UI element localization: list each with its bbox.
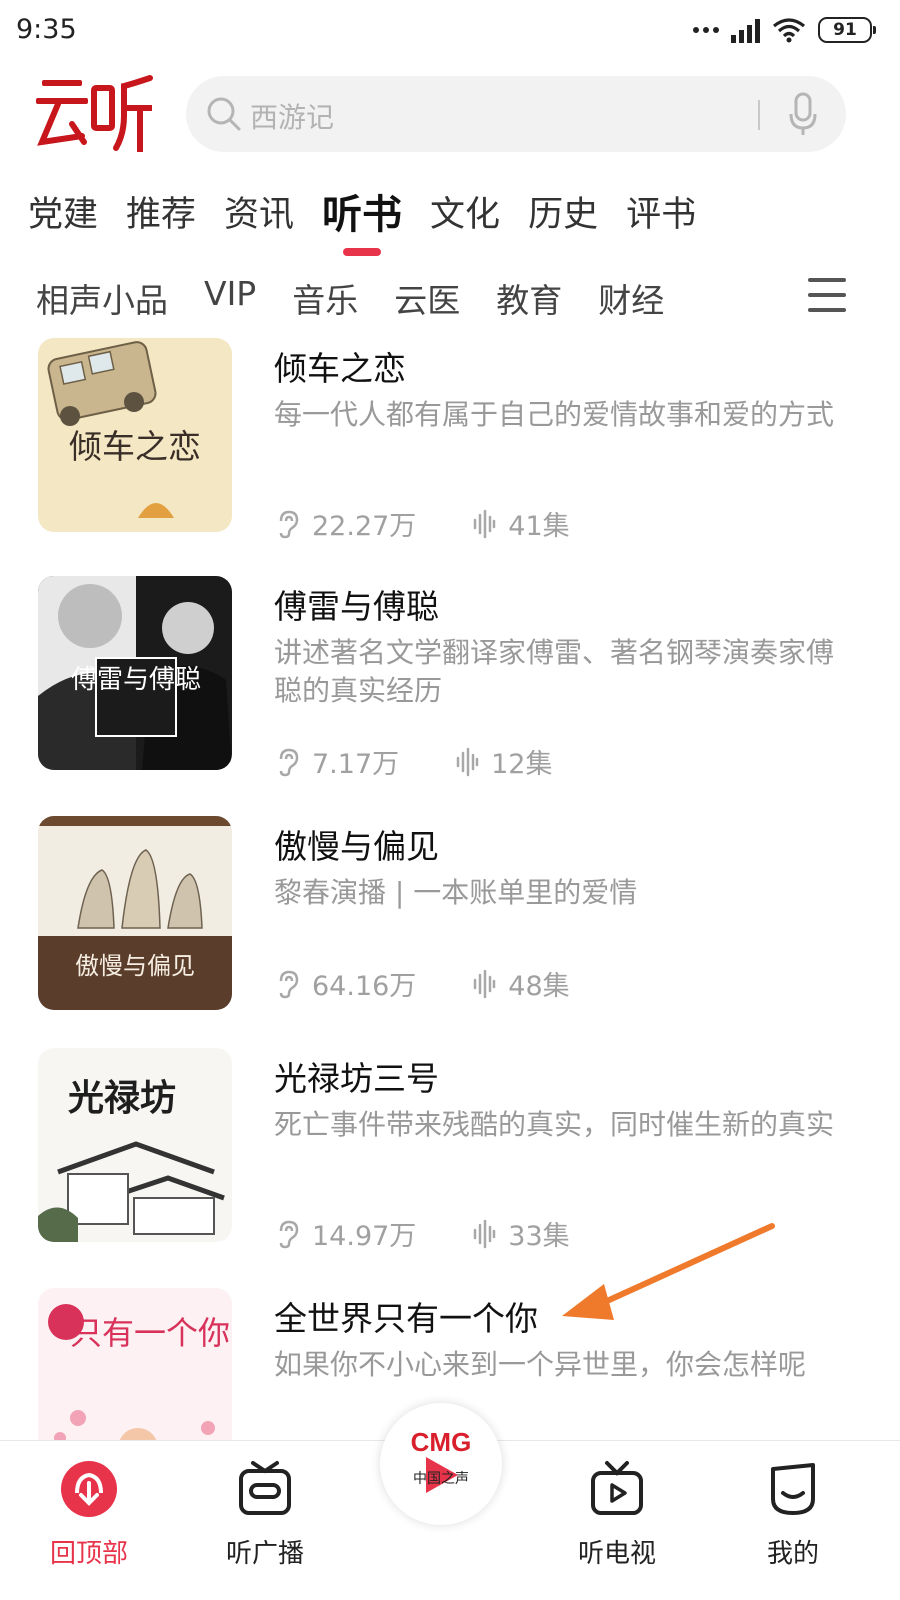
subcategory-tabs: 相声小品 VIP 音乐 云医 教育 财经 xyxy=(36,274,664,322)
cover-title: 只有一个你 xyxy=(70,1314,230,1352)
ear-icon xyxy=(279,748,299,776)
book-title[interactable]: 倾车之恋 xyxy=(274,342,406,390)
book-title[interactable]: 光禄坊三号 xyxy=(274,1052,439,1100)
nav-label: 回顶部 xyxy=(49,1539,128,1569)
radio-icon xyxy=(239,1461,291,1515)
book-description: 死亡事件带来残酷的真实，同时催生新的真实 xyxy=(274,1108,835,1141)
book-meta: 14.97万 33集 xyxy=(276,1214,570,1253)
tab-history[interactable]: 历史 xyxy=(528,186,598,244)
status-bar: 9:35 91 xyxy=(0,0,900,62)
cellular-signal-icon xyxy=(731,17,760,43)
episode-count: 12集 xyxy=(491,749,553,780)
cover-title: 傅雷与傅聪 xyxy=(71,665,201,695)
tv-icon xyxy=(591,1461,643,1515)
nav-label: 听电视 xyxy=(577,1539,656,1569)
waveform-icon xyxy=(474,509,496,538)
nav-back-to-top[interactable]: 回顶部 xyxy=(34,1459,144,1570)
bottom-nav: 回顶部 听广播 CMG 中国之声 听电视 我的 xyxy=(0,1403,900,1600)
subtab-music[interactable]: 音乐 xyxy=(292,274,358,322)
book-cover[interactable]: 傅雷与傅聪 xyxy=(38,576,232,770)
cmg-brand: CMG xyxy=(411,1427,472,1457)
book-title[interactable]: 傲慢与偏见 xyxy=(274,820,439,868)
book-meta: 64.16万 48集 xyxy=(276,964,570,1003)
app-header: 西游记 xyxy=(0,70,900,160)
waveform-icon xyxy=(474,969,496,998)
cover-title: 傲慢与偏见 xyxy=(75,952,195,980)
play-count: 14.97万 xyxy=(312,1221,417,1252)
subtab-health[interactable]: 云医 xyxy=(394,274,460,322)
more-dots-icon xyxy=(693,16,719,44)
subtab-finance[interactable]: 财经 xyxy=(598,274,664,322)
cmg-subtitle: 中国之声 xyxy=(413,1471,469,1487)
ear-icon xyxy=(279,510,299,538)
cover-title: 光禄坊 xyxy=(68,1077,176,1119)
book-item[interactable]: 傲慢与偏见 傲慢与偏见 黎春演播 | 一本账单里的爱情 64.16万 48集 xyxy=(0,816,900,1016)
book-item[interactable]: 倾车之恋 倾车之恋 每一代人都有属于自己的爱情故事和爱的方式 22.27万 41… xyxy=(0,338,900,542)
battery-icon: 91 xyxy=(818,17,876,43)
tab-dangjian[interactable]: 党建 xyxy=(28,186,98,244)
subtab-vip[interactable]: VIP xyxy=(204,274,256,322)
episode-count: 41集 xyxy=(508,511,570,542)
profile-icon xyxy=(771,1463,815,1515)
episode-count: 48集 xyxy=(508,971,570,1002)
nav-profile[interactable]: 我的 xyxy=(738,1459,848,1570)
subtab-education[interactable]: 教育 xyxy=(496,274,562,322)
book-title[interactable]: 全世界只有一个你 xyxy=(274,1292,538,1340)
back-to-top-icon xyxy=(61,1461,117,1517)
subtab-crosstalk[interactable]: 相声小品 xyxy=(36,274,168,322)
ear-icon xyxy=(279,970,299,998)
tab-culture[interactable]: 文化 xyxy=(430,186,500,244)
ear-icon xyxy=(279,1220,299,1248)
book-cover[interactable]: 倾车之恋 xyxy=(38,338,232,532)
nav-tv[interactable]: 听电视 xyxy=(562,1459,672,1570)
play-count: 22.27万 xyxy=(312,511,417,542)
book-description: 如果你不小心来到一个异世里，你会怎样呢 xyxy=(274,1348,807,1381)
play-count: 7.17万 xyxy=(312,749,400,780)
status-icons: 91 xyxy=(693,16,876,44)
search-icon xyxy=(207,97,241,131)
book-item[interactable]: 傅雷与傅聪 傅雷与傅聪 讲述著名文学翻译家傅雷、著名钢琴演奏家傅聪的真实经历 7… xyxy=(0,576,900,780)
book-cover[interactable]: 光禄坊 xyxy=(38,1048,232,1242)
play-count: 64.16万 xyxy=(312,971,417,1002)
nav-label: 听广播 xyxy=(225,1539,304,1569)
book-title[interactable]: 傅雷与傅聪 xyxy=(274,580,439,628)
book-description: 讲述著名文学翻译家傅雷、著名钢琴演奏家傅聪的真实经历 xyxy=(274,636,835,707)
search-box[interactable]: 西游记 xyxy=(186,76,846,152)
waveform-icon xyxy=(474,1219,496,1248)
tab-storytelling[interactable]: 评书 xyxy=(626,186,696,244)
book-cover[interactable]: 傲慢与偏见 xyxy=(38,816,232,1010)
book-description: 黎春演播 | 一本账单里的爱情 xyxy=(274,876,638,909)
status-time: 9:35 xyxy=(16,14,77,45)
search-placeholder[interactable]: 西游记 xyxy=(250,96,334,136)
tab-news[interactable]: 资讯 xyxy=(224,186,294,244)
center-play-button[interactable]: CMG 中国之声 xyxy=(380,1403,502,1525)
nav-label: 我的 xyxy=(766,1539,819,1569)
menu-icon[interactable] xyxy=(808,278,846,312)
tab-audiobooks[interactable]: 听书 xyxy=(322,182,402,240)
nav-radio[interactable]: 听广播 xyxy=(210,1459,320,1570)
book-meta: 22.27万 41集 xyxy=(276,504,570,543)
cover-title: 倾车之恋 xyxy=(69,427,201,466)
annotation-arrow xyxy=(562,1223,775,1320)
cmg-play-icon: CMG 中国之声 xyxy=(411,1427,472,1493)
wifi-icon xyxy=(773,18,805,43)
waveform-icon xyxy=(456,747,479,776)
yunting-logo[interactable] xyxy=(36,72,154,154)
category-tabs: 党建 推荐 资讯 听书 文化 历史 评书 xyxy=(28,186,696,244)
search-divider xyxy=(758,100,760,130)
tab-recommend[interactable]: 推荐 xyxy=(126,186,196,244)
book-description: 每一代人都有属于自己的爱情故事和爱的方式 xyxy=(274,398,835,431)
book-meta: 7.17万 12集 xyxy=(276,742,552,781)
microphone-icon[interactable] xyxy=(788,92,818,136)
